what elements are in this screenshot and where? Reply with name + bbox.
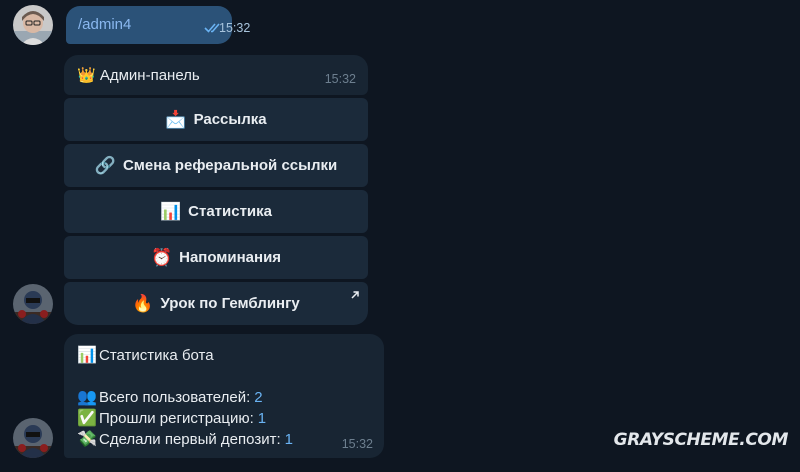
users-icon: 👥	[77, 389, 97, 406]
stats-row-first-deposit: 💸 Сделали первый депозит: 1	[77, 430, 293, 449]
bot-avatar[interactable]	[13, 418, 53, 458]
user-avatar[interactable]	[13, 5, 53, 45]
fire-icon: 🔥	[132, 293, 154, 313]
statistics-button[interactable]: 📊 Статистика	[64, 190, 368, 233]
bot-avatar[interactable]	[13, 284, 53, 324]
money-wings-icon: 💸	[77, 431, 97, 448]
stats-row-registered: ✅ Прошли регистрацию: 1	[77, 409, 267, 428]
bar-chart-icon: 📊	[159, 201, 182, 221]
message-time: 15:32	[341, 437, 373, 451]
read-checkmarks-icon	[204, 20, 224, 37]
bot-statistics-message: 📊 Статистика бота 👥 Всего пользователей:…	[64, 334, 384, 458]
link-icon: 🔗	[94, 155, 116, 175]
stat-value: 2	[254, 388, 263, 406]
stats-title: 📊 Статистика бота	[77, 346, 214, 365]
message-time: 15:32	[324, 72, 356, 86]
watermark: GRAYSCHEME.COM	[613, 430, 789, 450]
change-referral-link-button[interactable]: 🔗 Смена реферальной ссылки	[64, 144, 368, 187]
admin-panel-title: 👑 Админ-панель	[77, 67, 200, 84]
stat-value: 1	[257, 409, 267, 427]
stats-row-total-users: 👥 Всего пользователей: 2	[77, 388, 263, 407]
broadcast-button[interactable]: 📩 Рассылка	[64, 98, 368, 141]
alarm-clock-icon: ⏰	[150, 247, 173, 267]
checkmark-icon: ✅	[77, 410, 97, 427]
bar-chart-icon: 📊	[77, 347, 97, 364]
gambling-lesson-button[interactable]: 🔥 Урок по Гемблингу	[64, 282, 368, 325]
outgoing-message: /admin4 15:32	[66, 6, 250, 44]
stat-value: 1	[284, 430, 293, 448]
external-link-arrow-icon	[350, 287, 360, 304]
command-link[interactable]: /admin4	[78, 16, 131, 33]
admin-panel-message: 👑 Админ-панель 15:32	[64, 55, 368, 95]
crown-icon: 👑	[77, 67, 96, 84]
reminders-button[interactable]: ⏰ Напоминания	[64, 236, 368, 279]
envelope-icon: 📩	[165, 109, 187, 129]
